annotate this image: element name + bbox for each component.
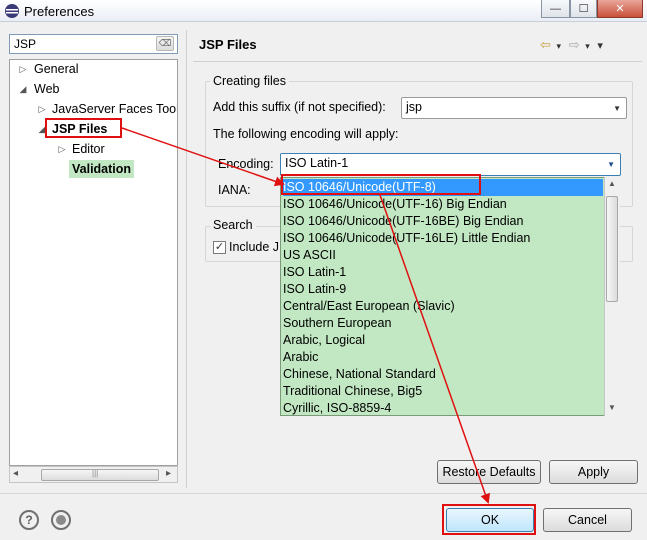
tree-horizontal-scrollbar[interactable]: ◂ ||| ▸ xyxy=(9,466,178,483)
dropdown-option[interactable]: Central/East European (Slavic) xyxy=(283,298,455,315)
page-title: JSP Files xyxy=(199,37,257,52)
back-menu-icon[interactable]: ▾ xyxy=(557,41,562,51)
expand-icon[interactable]: ▷ xyxy=(18,60,28,78)
record-dot xyxy=(56,515,66,525)
annotation-box-utf8 xyxy=(281,174,481,195)
include-checkbox[interactable]: ✓ xyxy=(213,241,226,254)
suffix-label: Add this suffix (if not specified): xyxy=(213,100,386,114)
tree-item-validation[interactable]: Validation xyxy=(69,160,135,178)
maximize-button[interactable]: ☐ xyxy=(570,0,597,18)
encoding-combo[interactable]: ISO Latin-1 ▼ xyxy=(280,153,621,176)
record-icon[interactable] xyxy=(51,510,71,530)
window-title: Preferences xyxy=(24,4,95,19)
grip-icon: ||| xyxy=(92,469,99,478)
collapse-icon[interactable]: ◢ xyxy=(18,80,28,98)
help-icon[interactable]: ? xyxy=(19,510,39,530)
group-legend: Creating files xyxy=(210,74,289,88)
tree-item-javaserver-faces-tools[interactable]: ▷ JavaServer Faces Tool xyxy=(10,100,177,118)
group-legend: Search xyxy=(210,218,256,232)
dropdown-option[interactable]: ISO Latin-1 xyxy=(283,264,346,281)
expand-icon[interactable]: ▷ xyxy=(57,140,67,158)
page-nav: ⇦ ▾ ⇨ ▾ ▾ xyxy=(540,37,603,53)
encoding-label: Encoding: xyxy=(218,157,274,171)
annotation-box-jsp-files xyxy=(45,118,122,138)
header-separator xyxy=(193,61,642,62)
close-button[interactable]: ✕ xyxy=(597,0,643,18)
footer-separator xyxy=(0,493,647,494)
scrollbar-thumb[interactable] xyxy=(606,196,618,302)
tree-item-label: Web xyxy=(34,82,60,96)
encoding-value: ISO Latin-1 xyxy=(285,156,349,170)
scroll-down-icon[interactable]: ▼ xyxy=(608,403,616,412)
scroll-right-icon[interactable]: ▸ xyxy=(166,468,171,479)
forward-icon[interactable]: ⇨ xyxy=(569,37,580,52)
annotation-box-ok xyxy=(442,504,536,535)
tree-item-label: General xyxy=(34,62,79,76)
title-bar: Preferences — ☐ ✕ xyxy=(0,0,647,22)
iana-label: IANA: xyxy=(218,183,251,197)
dropdown-option[interactable]: Traditional Chinese, Big5 xyxy=(283,383,422,400)
scrollbar-thumb[interactable]: ||| xyxy=(41,469,159,481)
clear-filter-icon[interactable]: ⌫ xyxy=(156,36,174,51)
back-icon[interactable]: ⇦ xyxy=(540,37,551,52)
eclipse-icon xyxy=(5,4,19,18)
tree-item-label: JavaServer Faces Tool xyxy=(52,102,177,116)
dropdown-option[interactable]: US ASCII xyxy=(283,247,336,264)
filter-input[interactable]: JSP xyxy=(9,34,178,54)
apply-button[interactable]: Apply xyxy=(549,460,638,484)
scroll-up-icon[interactable]: ▲ xyxy=(608,179,616,188)
cancel-button[interactable]: Cancel xyxy=(543,508,632,532)
dropdown-option[interactable]: ISO Latin-9 xyxy=(283,281,346,298)
chevron-down-icon: ▼ xyxy=(613,104,621,113)
chevron-down-icon: ▼ xyxy=(607,160,615,169)
tree-item-label: Editor xyxy=(72,142,105,156)
dropdown-option[interactable]: Chinese, National Standard xyxy=(283,366,436,383)
view-menu-icon[interactable]: ▾ xyxy=(597,40,603,52)
suffix-value: jsp xyxy=(406,100,422,114)
suffix-combo[interactable]: jsp ▼ xyxy=(401,97,627,119)
encoding-note: The following encoding will apply: xyxy=(213,127,399,141)
dropdown-option[interactable]: ISO 10646/Unicode(UTF-16BE) Big Endian xyxy=(283,213,523,230)
minimize-button[interactable]: — xyxy=(541,0,570,18)
include-checkbox-label: Include J xyxy=(229,240,280,254)
panel-divider[interactable] xyxy=(186,30,187,488)
encoding-dropdown-list: ISO 10646/Unicode(UTF-8) ISO 10646/Unico… xyxy=(280,177,620,416)
scroll-left-icon[interactable]: ◂ xyxy=(13,468,18,479)
restore-defaults-button[interactable]: Restore Defaults xyxy=(437,460,541,484)
forward-menu-icon[interactable]: ▾ xyxy=(585,41,590,51)
dropdown-option[interactable]: Cyrillic, ISO-8859-4 xyxy=(283,400,391,415)
dropdown-option[interactable]: Arabic xyxy=(283,349,318,366)
dropdown-option[interactable]: ISO 10646/Unicode(UTF-16LE) Little Endia… xyxy=(283,230,530,247)
dropdown-option[interactable]: ISO 10646/Unicode(UTF-16) Big Endian xyxy=(283,196,507,213)
dropdown-option[interactable]: Arabic, Logical xyxy=(283,332,365,349)
expand-icon[interactable]: ▷ xyxy=(37,100,47,118)
dropdown-option[interactable]: Southern European xyxy=(283,315,391,332)
